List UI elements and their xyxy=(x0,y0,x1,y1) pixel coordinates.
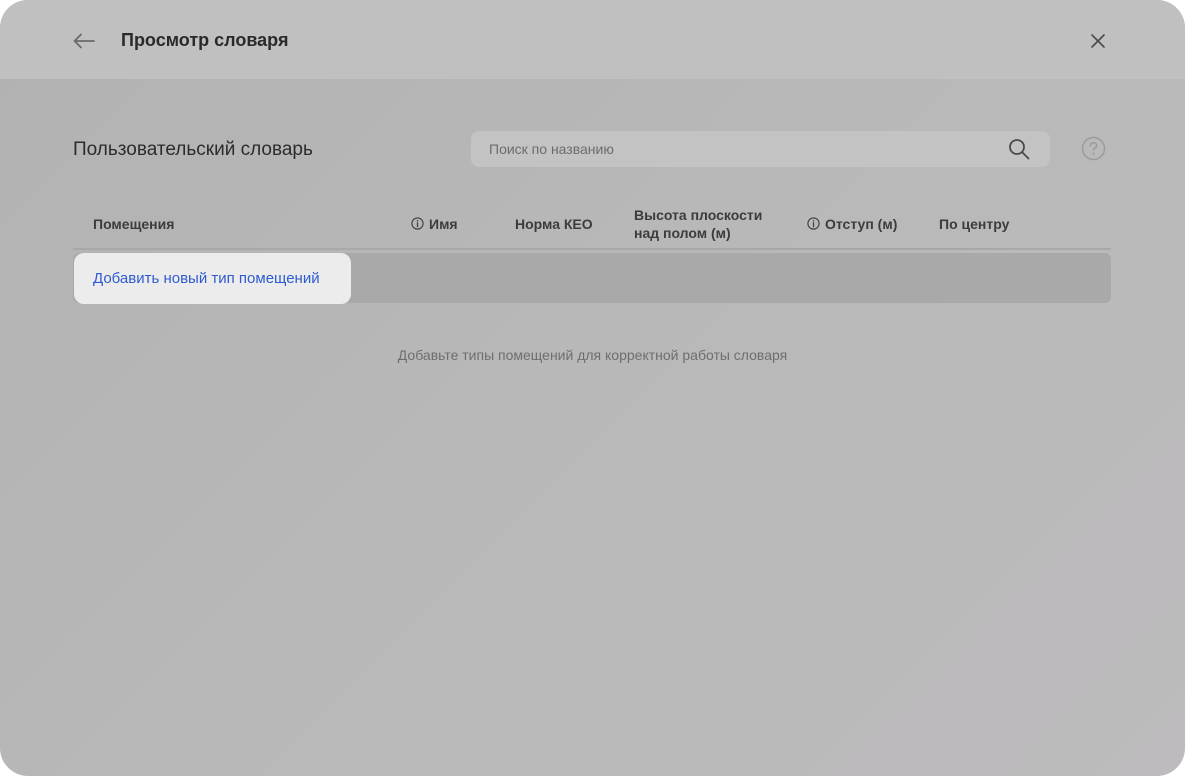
column-header-plane-height: Высота плоскости над полом (м) xyxy=(634,206,762,242)
info-icon[interactable] xyxy=(411,217,424,230)
column-header-centered: По центру xyxy=(939,215,1009,233)
column-header-label: Помещения xyxy=(93,216,175,232)
column-header-label: Норма КЕО xyxy=(515,216,593,232)
empty-state-message: Добавьте типы помещений для корректной р… xyxy=(397,347,788,363)
add-room-type-label: Добавить новый тип помещений xyxy=(93,270,320,287)
dictionary-view-dialog: Просмотр словаря Пользовательский словар… xyxy=(0,0,1185,776)
add-room-type-button[interactable]: Добавить новый тип помещений xyxy=(74,253,351,304)
back-button[interactable] xyxy=(70,27,98,55)
section-title: Пользовательский словарь xyxy=(73,139,313,160)
arrow-left-icon xyxy=(73,33,95,49)
column-header-rooms: Помещения xyxy=(93,215,174,233)
column-header-keo-norm: Норма КЕО xyxy=(515,215,593,233)
search-box xyxy=(471,131,1050,167)
close-button[interactable] xyxy=(1086,29,1110,53)
column-header-name: Имя xyxy=(411,215,458,233)
table-header-divider xyxy=(73,248,1111,250)
column-header-label: Имя xyxy=(429,216,458,232)
info-icon[interactable] xyxy=(807,217,820,230)
column-header-label: Отступ (м) xyxy=(825,216,898,232)
column-header-label: Высота плоскости xyxy=(634,207,763,223)
search-icon[interactable] xyxy=(1008,138,1030,160)
column-header-offset: Отступ (м) xyxy=(807,215,897,233)
close-icon xyxy=(1091,34,1105,48)
dialog-header: Просмотр словаря xyxy=(0,0,1185,79)
column-header-label: над полом (м) xyxy=(634,225,731,241)
search-input[interactable] xyxy=(489,131,989,167)
page-title: Просмотр словаря xyxy=(121,30,289,50)
help-icon[interactable] xyxy=(1081,136,1106,161)
column-header-label: По центру xyxy=(939,216,1010,232)
